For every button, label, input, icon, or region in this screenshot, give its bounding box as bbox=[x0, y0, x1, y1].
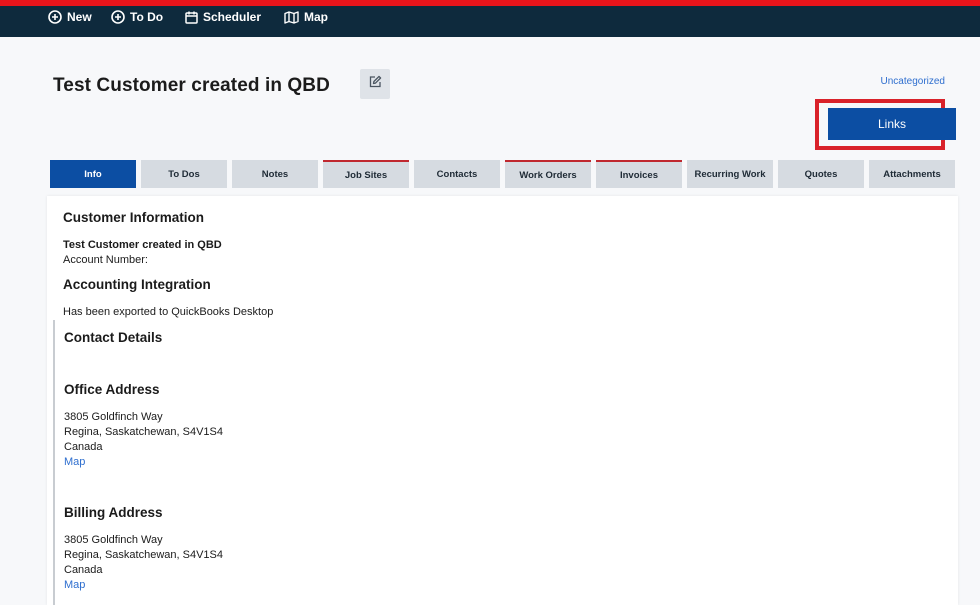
billing-address-line3: Canada bbox=[64, 564, 103, 576]
billing-map-link[interactable]: Map bbox=[64, 579, 85, 591]
office-address-heading: Office Address bbox=[64, 382, 160, 397]
tab-invoices[interactable]: Invoices bbox=[596, 160, 682, 188]
nav-todo-label: To Do bbox=[130, 10, 164, 24]
office-map-link[interactable]: Map bbox=[64, 456, 85, 468]
page-title: Test Customer created in QBD bbox=[53, 75, 330, 96]
accounting-heading: Accounting Integration bbox=[63, 277, 211, 292]
edit-button[interactable] bbox=[360, 69, 390, 99]
nav-new[interactable]: New bbox=[48, 8, 92, 26]
customer-info-heading: Customer Information bbox=[63, 210, 205, 225]
customer-name: Test Customer created in QBD bbox=[63, 239, 222, 251]
account-number: Account Number: bbox=[63, 254, 148, 266]
accounting-status: Has been exported to QuickBooks Desktop bbox=[63, 306, 274, 318]
edit-icon bbox=[368, 75, 382, 94]
plus-circle-icon bbox=[48, 10, 62, 24]
nav-scheduler-label: Scheduler bbox=[203, 10, 262, 24]
tab-contacts[interactable]: Contacts bbox=[414, 160, 500, 188]
billing-address-line1: 3805 Goldfinch Way bbox=[64, 534, 163, 546]
office-address-line1: 3805 Goldfinch Way bbox=[64, 411, 163, 423]
nav-map[interactable]: Map bbox=[284, 8, 328, 26]
tab-quotes[interactable]: Quotes bbox=[778, 160, 864, 188]
tab-attachments[interactable]: Attachments bbox=[869, 160, 955, 188]
tab-job-sites[interactable]: Job Sites bbox=[323, 160, 409, 188]
billing-address-heading: Billing Address bbox=[64, 505, 163, 520]
nav-todo[interactable]: To Do bbox=[111, 8, 163, 26]
office-address-line3: Canada bbox=[64, 441, 103, 453]
category-link[interactable]: Uncategorized bbox=[881, 76, 945, 87]
tab-info[interactable]: Info bbox=[50, 160, 136, 188]
plus-circle-icon bbox=[111, 10, 125, 24]
nav-scheduler[interactable]: Scheduler bbox=[185, 8, 261, 26]
map-icon bbox=[284, 10, 299, 24]
office-address-line2: Regina, Saskatchewan, S4V1S4 bbox=[64, 426, 223, 438]
calendar-icon bbox=[185, 11, 198, 24]
nav-new-label: New bbox=[67, 10, 92, 24]
tab-recurring-work[interactable]: Recurring Work bbox=[687, 160, 773, 188]
contact-details-heading: Contact Details bbox=[64, 330, 163, 345]
billing-address-line2: Regina, Saskatchewan, S4V1S4 bbox=[64, 549, 223, 561]
nav-map-label: Map bbox=[304, 10, 328, 24]
tab-todos[interactable]: To Dos bbox=[141, 160, 227, 188]
tab-bar: Info To Dos Notes Job Sites Contacts Wor… bbox=[50, 160, 955, 188]
top-nav-bar: New To Do Scheduler Map bbox=[0, 0, 980, 37]
contact-divider bbox=[53, 320, 55, 605]
tab-notes[interactable]: Notes bbox=[232, 160, 318, 188]
tab-work-orders[interactable]: Work Orders bbox=[505, 160, 591, 188]
links-button[interactable]: Links bbox=[828, 108, 956, 140]
info-panel bbox=[47, 196, 958, 605]
